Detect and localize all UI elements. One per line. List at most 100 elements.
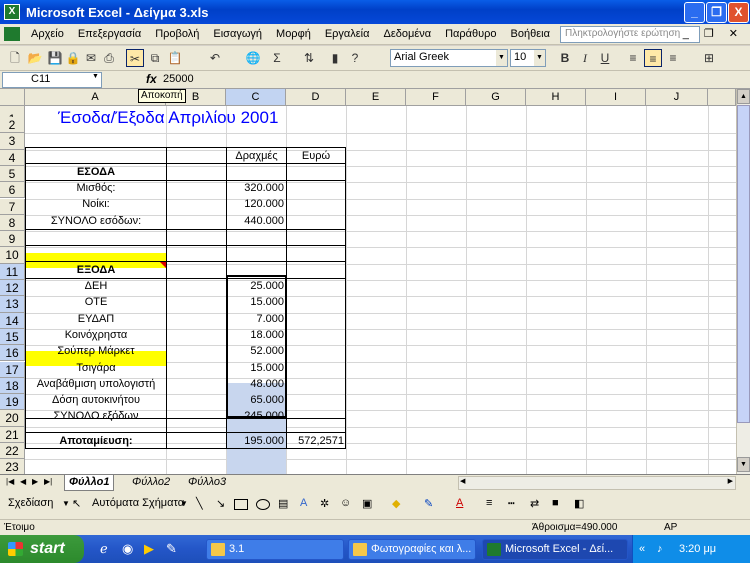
tray-arrow-icon[interactable]: « bbox=[639, 535, 645, 563]
italic-button[interactable]: I bbox=[576, 49, 594, 67]
diagram-icon[interactable]: ✲ bbox=[320, 497, 329, 510]
dash-style-icon[interactable]: ┅ bbox=[508, 497, 515, 510]
income-label[interactable]: ΕΣΟΔΑ bbox=[26, 164, 166, 180]
borders-icon[interactable]: ⊞ bbox=[700, 49, 718, 67]
minimize-button[interactable]: _ bbox=[684, 2, 705, 23]
row-header-19[interactable]: 19 bbox=[0, 394, 25, 411]
header-drachmas[interactable]: Δραχμές bbox=[227, 148, 286, 164]
chevron-down-icon[interactable]: ▼ bbox=[92, 73, 99, 80]
arrow-icon[interactable]: ↘ bbox=[216, 497, 225, 510]
expense-row-value[interactable]: 65.000 bbox=[227, 392, 284, 408]
font-size-combo[interactable]: 10 ▼ bbox=[510, 49, 546, 67]
quicklaunch-outlook-icon[interactable]: ◉ bbox=[122, 541, 133, 557]
menu-insert[interactable]: Εισαγωγή bbox=[206, 28, 269, 40]
row-header-8[interactable]: 8 bbox=[0, 214, 25, 232]
tab-sheet3[interactable]: Φύλλο3 bbox=[184, 475, 230, 491]
expense-row-label[interactable]: ΕΥΔΑΠ bbox=[26, 311, 166, 327]
scroll-left-icon[interactable]: ◀ bbox=[460, 477, 465, 485]
open-icon[interactable]: 📂 bbox=[26, 49, 44, 67]
help-question-input[interactable]: Πληκτρολογήστε ερώτηση bbox=[560, 26, 700, 43]
undo-icon[interactable]: ↶ bbox=[206, 49, 224, 67]
horizontal-scrollbar[interactable]: ◀ ▶ bbox=[458, 476, 736, 490]
line-color-icon[interactable]: ✎ bbox=[424, 497, 433, 510]
menu-file[interactable]: Αρχείο bbox=[24, 28, 71, 40]
oval-icon[interactable] bbox=[256, 499, 270, 510]
row-header-2[interactable]: 2 bbox=[0, 117, 25, 134]
expense-row-value[interactable]: 48.000 bbox=[227, 376, 284, 392]
sheet-title[interactable]: Έσοδα/Έξοδα Απριλίου 2001 bbox=[58, 107, 278, 127]
row-header-11[interactable]: 11 bbox=[0, 263, 25, 280]
expense-row-label[interactable]: Δόση αυτοκινήτου bbox=[26, 392, 166, 408]
expense-row-label[interactable]: ΔΕΗ bbox=[26, 278, 166, 294]
task-excel[interactable]: Microsoft Excel - Δεί... bbox=[482, 539, 628, 560]
row-header-10[interactable]: 10 bbox=[0, 247, 25, 264]
tab-sheet2[interactable]: Φύλλο2 bbox=[128, 475, 174, 491]
expense-label[interactable]: ΕΞΟΔΑ bbox=[26, 262, 166, 278]
align-left-icon[interactable]: ≡ bbox=[624, 49, 642, 67]
menu-help[interactable]: Βοήθεια bbox=[504, 28, 557, 40]
expense-row-value[interactable]: 7.000 bbox=[227, 311, 284, 327]
menu-view[interactable]: Προβολή bbox=[148, 28, 206, 40]
clock[interactable]: 3:20 μμ bbox=[679, 535, 716, 563]
align-right-icon[interactable]: ≡ bbox=[664, 49, 682, 67]
align-center-icon[interactable]: ≡ bbox=[644, 49, 662, 67]
doc-icon[interactable] bbox=[4, 27, 20, 41]
scroll-up-icon[interactable]: ▲ bbox=[737, 89, 750, 104]
income-row-label[interactable]: Νοίκι: bbox=[26, 196, 166, 212]
column-header-i[interactable]: I bbox=[586, 89, 646, 106]
expense-row-value[interactable]: 18.000 bbox=[227, 327, 284, 343]
wordart-icon[interactable]: A bbox=[300, 497, 307, 509]
row-header-3[interactable]: 3 bbox=[0, 133, 25, 150]
row-header-21[interactable]: 21 bbox=[0, 426, 25, 443]
save-icon[interactable]: 💾 bbox=[46, 49, 64, 67]
income-row-label[interactable]: Μισθός: bbox=[26, 180, 166, 196]
cut-icon[interactable]: ✂ bbox=[126, 49, 144, 67]
draw-menu[interactable]: Σχεδίαση bbox=[8, 497, 53, 509]
row-header-5[interactable]: 5 bbox=[0, 165, 25, 183]
expense-row-value[interactable]: 52.000 bbox=[227, 343, 284, 359]
restore-button[interactable]: ❐ bbox=[706, 2, 727, 23]
select-pointer-icon[interactable]: ↖ bbox=[72, 497, 81, 510]
start-button[interactable]: start bbox=[0, 535, 84, 563]
income-row-value[interactable]: 440.000 bbox=[227, 213, 284, 229]
textbox-icon[interactable]: ▤ bbox=[278, 497, 288, 510]
picture-icon[interactable]: ▣ bbox=[362, 497, 372, 510]
fill-color-icon[interactable]: ◆ bbox=[392, 497, 400, 510]
underline-button[interactable]: U bbox=[596, 49, 614, 67]
volume-icon[interactable]: ♪ bbox=[657, 535, 663, 563]
column-header-c[interactable]: C bbox=[226, 89, 286, 106]
expense-row-label[interactable]: Τσιγάρα bbox=[26, 360, 166, 376]
expense-row-value[interactable]: 25.000 bbox=[227, 278, 284, 294]
prev-sheet-icon[interactable]: ◀ bbox=[20, 477, 26, 486]
expense-row-label[interactable]: Κοινόχρηστα bbox=[26, 327, 166, 343]
menu-edit[interactable]: Επεξεργασία bbox=[71, 28, 148, 40]
line-style-icon[interactable]: ≡ bbox=[486, 497, 492, 509]
name-box[interactable]: C11 bbox=[2, 72, 102, 88]
clipart-icon[interactable]: ☺ bbox=[340, 497, 351, 509]
bold-button[interactable]: B bbox=[556, 49, 574, 67]
income-row-value[interactable]: 120.000 bbox=[227, 196, 284, 212]
row-header-18[interactable]: 18 bbox=[0, 377, 25, 395]
paste-icon[interactable]: 📋 bbox=[166, 49, 184, 67]
rectangle-icon[interactable] bbox=[234, 499, 248, 510]
menu-format[interactable]: Μορφή bbox=[269, 28, 318, 40]
3d-icon[interactable]: ◧ bbox=[574, 497, 584, 510]
row-header-4[interactable]: 4 bbox=[0, 149, 25, 166]
row-header-15[interactable]: 15 bbox=[0, 328, 25, 346]
scroll-right-icon[interactable]: ▶ bbox=[728, 477, 733, 485]
column-header-j[interactable]: J bbox=[646, 89, 708, 106]
expense-row-label[interactable]: Σούπερ Μάρκετ bbox=[26, 343, 166, 359]
expense-row-label[interactable]: Αναβάθμιση υπολογιστή bbox=[26, 376, 166, 392]
line-icon[interactable]: ╲ bbox=[196, 497, 203, 510]
last-sheet-icon[interactable]: ▶| bbox=[44, 477, 52, 486]
chevron-down-icon[interactable]: ▼ bbox=[180, 499, 188, 508]
select-all-corner[interactable] bbox=[0, 89, 25, 106]
font-color-icon[interactable]: A bbox=[456, 497, 463, 509]
savings-value[interactable]: 195.000 bbox=[227, 433, 284, 449]
arrow-style-icon[interactable]: ⇄ bbox=[530, 497, 539, 510]
next-sheet-icon[interactable]: ▶ bbox=[32, 477, 38, 486]
row-header-6[interactable]: 6 bbox=[0, 182, 25, 199]
tab-sheet1[interactable]: Φύλλο1 bbox=[64, 475, 115, 491]
row-header-14[interactable]: 14 bbox=[0, 312, 25, 329]
close-button[interactable]: X bbox=[728, 2, 749, 23]
